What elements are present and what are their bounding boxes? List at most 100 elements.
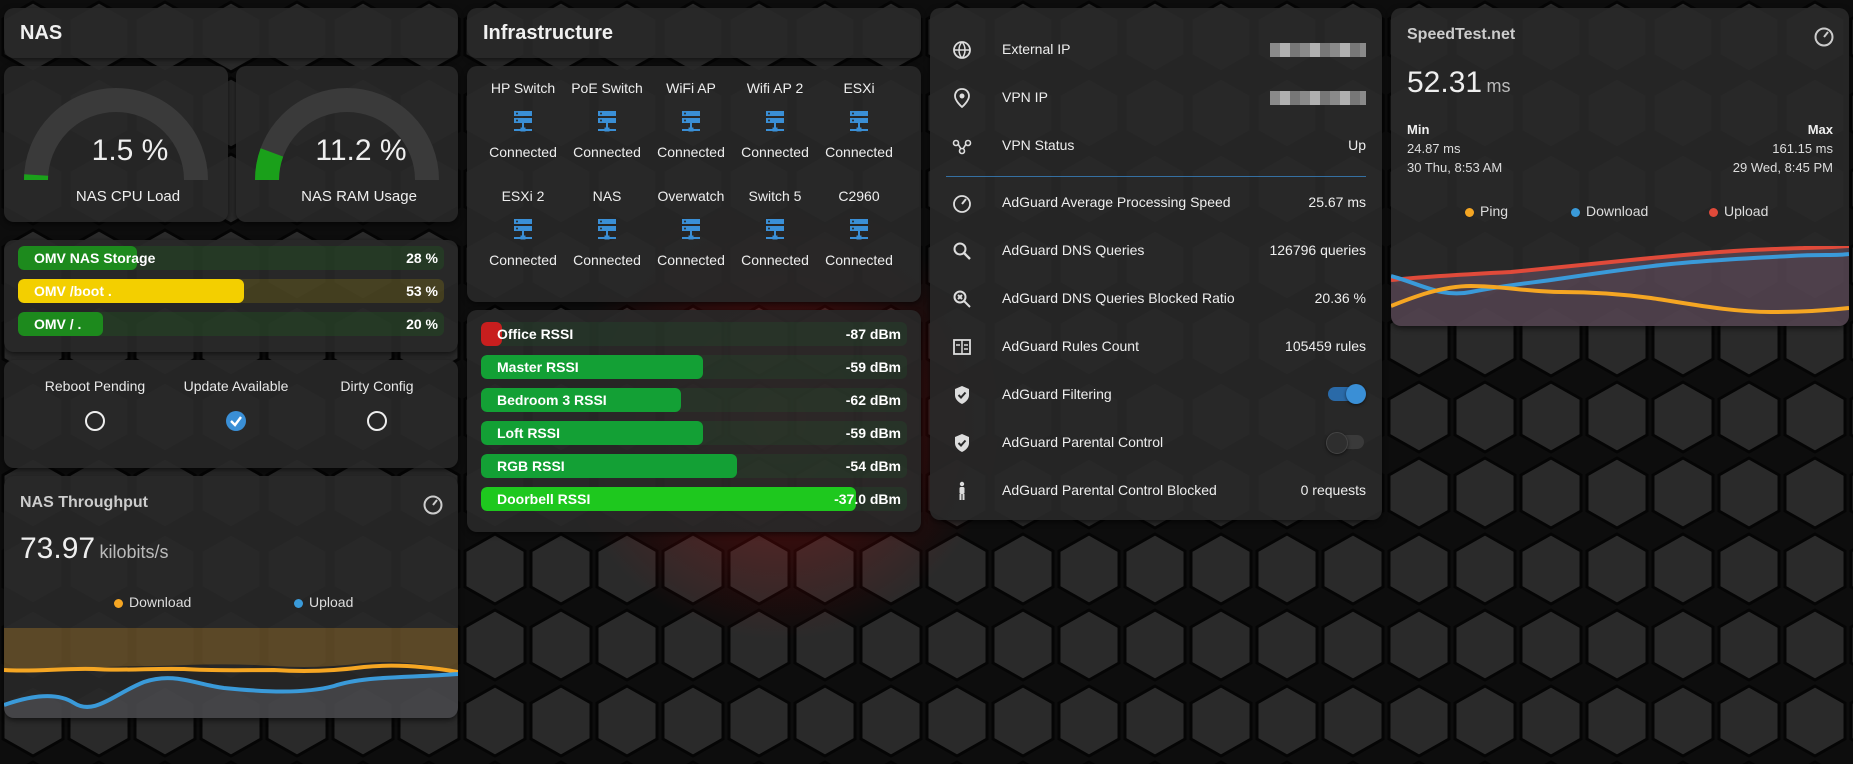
legend-label: Download bbox=[1586, 203, 1649, 219]
legend-download[interactable]: Download bbox=[114, 594, 191, 610]
rssi-bar[interactable]: Bedroom 3 RSSI -62 dBm bbox=[481, 388, 907, 412]
toggle-on[interactable] bbox=[1328, 384, 1366, 404]
human-child-icon bbox=[959, 481, 965, 500]
server-network-icon bbox=[514, 111, 532, 132]
rssi-bar-value: -59 dBm bbox=[845, 425, 901, 441]
toggle-off[interactable] bbox=[1326, 432, 1364, 454]
adguard-value: 0 requests bbox=[1300, 482, 1366, 498]
legend-upload[interactable]: Upload bbox=[294, 594, 353, 610]
nas-throughput-card[interactable]: NAS Throughput 73.97 kilobits/s Download… bbox=[4, 476, 458, 718]
device-status: Connected bbox=[825, 252, 893, 268]
adguard-row[interactable]: AdGuard DNS Queries 126796 queries bbox=[930, 227, 1382, 275]
vpn-status-value: Up bbox=[1348, 137, 1366, 153]
device-status: Connected bbox=[741, 252, 809, 268]
cpu-gauge bbox=[24, 88, 208, 181]
legend-download[interactable]: Download bbox=[1571, 203, 1648, 219]
device-tile[interactable]: Switch 5 Connected bbox=[733, 188, 817, 268]
storage-bar-value: 53 % bbox=[406, 283, 438, 299]
adguard-value: 20.36 % bbox=[1314, 290, 1366, 306]
device-tile[interactable]: Wifi AP 2 Connected bbox=[733, 80, 817, 160]
rules-icon bbox=[953, 339, 971, 355]
adguard-row[interactable]: AdGuard Filtering bbox=[930, 371, 1382, 419]
device-tile[interactable]: C2960 Connected bbox=[817, 188, 901, 268]
throughput-unit: kilobits/s bbox=[99, 542, 169, 562]
storage-bar[interactable]: OMV / . 20 % bbox=[18, 312, 444, 336]
map-marker-icon bbox=[954, 88, 970, 108]
rssi-bar[interactable]: Loft RSSI -59 dBm bbox=[481, 421, 907, 445]
vpn-ip-label: VPN IP bbox=[1002, 89, 1048, 105]
external-ip-value-redacted bbox=[1270, 43, 1366, 57]
infra-devices-card: HP Switch Connected PoE Switch Connected WiF… bbox=[467, 66, 921, 302]
cpu-gauge-card[interactable]: 1.5 % NAS CPU Load bbox=[4, 66, 228, 222]
device-tile[interactable]: HP Switch Connected bbox=[481, 80, 565, 160]
rssi-bar-value: -37.0 dBm bbox=[834, 491, 901, 507]
toggle-knob bbox=[1326, 432, 1348, 454]
rssi-bar-value: -54 dBm bbox=[845, 458, 901, 474]
vpn-status-label: VPN Status bbox=[1002, 137, 1075, 153]
rssi-bar[interactable]: Office RSSI -87 dBm bbox=[481, 322, 907, 346]
server-network-icon bbox=[850, 111, 868, 132]
device-tile[interactable]: WiFi AP Connected bbox=[649, 80, 733, 160]
ram-gauge-card[interactable]: 11.2 % NAS RAM Usage bbox=[236, 66, 458, 222]
storage-bar-label: OMV NAS Storage bbox=[34, 250, 156, 266]
device-name: C2960 bbox=[838, 188, 880, 204]
storage-bar[interactable]: OMV NAS Storage 28 % bbox=[18, 246, 444, 270]
external-ip-row[interactable]: External IP bbox=[930, 26, 1382, 74]
device-name: Switch 5 bbox=[748, 188, 802, 204]
device-name: WiFi AP bbox=[666, 80, 716, 96]
rssi-bar[interactable]: Doorbell RSSI -37.0 dBm bbox=[481, 487, 907, 511]
speedtest-unit: ms bbox=[1486, 76, 1511, 96]
rssi-bar[interactable]: Master RSSI -59 dBm bbox=[481, 355, 907, 379]
server-network-icon bbox=[598, 219, 616, 240]
device-tile[interactable]: PoE Switch Connected bbox=[565, 80, 649, 160]
rssi-bar[interactable]: RGB RSSI -54 dBm bbox=[481, 454, 907, 478]
device-tile[interactable]: NAS Connected bbox=[565, 188, 649, 268]
storage-card: OMV NAS Storage 28 % OMV /boot . 53 % OM… bbox=[4, 240, 458, 352]
adguard-row[interactable]: AdGuard Rules Count 105459 rules bbox=[930, 323, 1382, 371]
adguard-label: AdGuard DNS Queries bbox=[1002, 242, 1145, 258]
status-dirty-config[interactable]: Dirty Config bbox=[302, 378, 452, 435]
device-tile[interactable]: ESXi Connected bbox=[817, 80, 901, 160]
device-status: Connected bbox=[489, 252, 557, 268]
vpn-icon bbox=[952, 139, 972, 155]
status-label: Reboot Pending bbox=[44, 378, 146, 394]
throughput-title: NAS Throughput bbox=[20, 494, 148, 511]
adguard-row[interactable]: AdGuard Average Processing Speed 25.67 ms bbox=[930, 179, 1382, 227]
device-tile[interactable]: ESXi 2 Connected bbox=[481, 188, 565, 268]
vpn-status-row[interactable]: VPN Status Up bbox=[930, 122, 1382, 170]
device-name: PoE Switch bbox=[571, 80, 643, 96]
divider bbox=[946, 176, 1366, 177]
server-network-icon bbox=[850, 219, 868, 240]
status-update-available[interactable]: Update Available bbox=[161, 378, 311, 435]
legend-upload[interactable]: Upload bbox=[1709, 203, 1768, 219]
storage-bar-value: 28 % bbox=[406, 250, 438, 266]
legend-dot bbox=[1709, 207, 1718, 217]
external-ip-label: External IP bbox=[1002, 41, 1071, 57]
adguard-row[interactable]: AdGuard DNS Queries Blocked Ratio 20.36 % bbox=[930, 275, 1382, 323]
ram-value: 11.2 % bbox=[315, 134, 407, 167]
rssi-bar-label: Office RSSI bbox=[497, 326, 574, 342]
shield-check-icon bbox=[955, 434, 969, 452]
vpn-ip-row[interactable]: VPN IP bbox=[930, 74, 1382, 122]
min-label: Min bbox=[1407, 122, 1430, 137]
cpu-label: NAS CPU Load bbox=[75, 188, 181, 205]
device-status: Connected bbox=[741, 144, 809, 160]
adguard-row[interactable]: AdGuard Parental Control Blocked 0 reques… bbox=[930, 467, 1382, 515]
legend-ping[interactable]: Ping bbox=[1465, 203, 1508, 219]
device-status: Connected bbox=[825, 144, 893, 160]
legend-label: Upload bbox=[309, 594, 354, 610]
device-tile[interactable]: Overwatch Connected bbox=[649, 188, 733, 268]
speedtest-card[interactable]: SpeedTest.net 52.31 ms Min 24.87 ms 30 T… bbox=[1391, 8, 1849, 326]
device-name: ESXi bbox=[843, 80, 875, 96]
device-name: HP Switch bbox=[490, 80, 556, 96]
storage-bar[interactable]: OMV /boot . 53 % bbox=[18, 279, 444, 303]
status-reboot-pending[interactable]: Reboot Pending bbox=[20, 378, 170, 435]
throughput-readout: 73.97 kilobits/s bbox=[20, 532, 169, 566]
adguard-row[interactable]: AdGuard Parental Control bbox=[930, 419, 1382, 467]
legend-label: Upload bbox=[1724, 203, 1769, 219]
device-status: Connected bbox=[657, 252, 725, 268]
server-network-icon bbox=[682, 111, 700, 132]
legend-dot bbox=[114, 598, 123, 608]
device-name: Wifi AP 2 bbox=[746, 80, 804, 96]
speedtest-readout: 52.31 ms bbox=[1407, 66, 1511, 100]
